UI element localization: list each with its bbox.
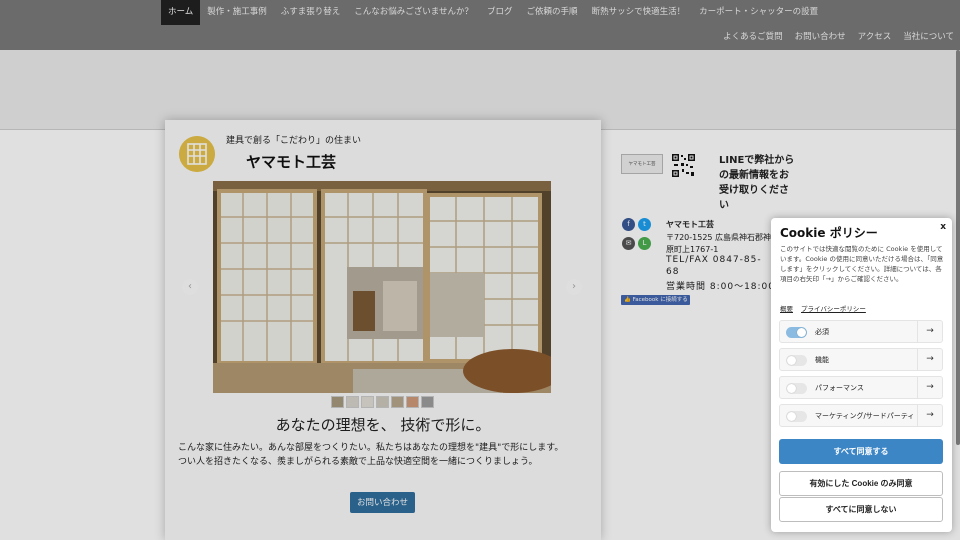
nav-primary-item[interactable]: カーポート・シャッターの設置 [692, 0, 825, 25]
arrow-right-icon[interactable]: → [917, 349, 942, 370]
nav-primary-item[interactable]: ブログ [480, 0, 520, 25]
pref-label: マーケティング/サードパーティ [815, 412, 915, 420]
company-logo-icon [179, 136, 215, 172]
line-icon[interactable]: L [638, 237, 651, 250]
pref-row-marketing: マーケティング/サードパーティ → [779, 404, 943, 427]
cookie-description: このサイトでは快適な閲覧のために Cookie を使用しています。Cookie … [780, 245, 944, 283]
pref-label: 機能 [815, 356, 829, 364]
nav-primary-item[interactable]: 断熱サッシで快適生活！ [585, 0, 693, 25]
reject-all-button[interactable]: すべてに同意しない [779, 497, 943, 522]
nav-primary-item[interactable]: ふすま張り替え [274, 0, 348, 25]
marketing-toggle[interactable] [786, 411, 807, 422]
contact-button[interactable]: お問い合わせ [350, 492, 415, 513]
header-band [0, 50, 960, 130]
privacy-policy-link[interactable]: プライバシーポリシー [801, 303, 866, 313]
hero-text-line-1: こんな家に住みたい。あんな部屋をつくりたい。私たちはあなたの理想を"建具"で形に… [178, 443, 564, 453]
slider-thumbnail[interactable] [421, 396, 434, 408]
top-navigation: ホーム 製作・施工事例 ふすま張り替え こんなお悩みございませんか？ ブログ ご依頼の手順… [0, 0, 960, 50]
required-toggle[interactable] [786, 327, 807, 338]
slider-thumbnail[interactable] [406, 396, 419, 408]
nav-primary-item[interactable]: ご依頼の手順 [520, 0, 585, 25]
performance-toggle[interactable] [786, 383, 807, 394]
arrow-right-icon[interactable]: → [917, 321, 942, 342]
nav-secondary-item[interactable]: 当社について [897, 25, 960, 50]
slider-next-button[interactable]: › [566, 279, 582, 295]
mail-icon[interactable]: ✉ [622, 237, 635, 250]
twitter-icon[interactable]: t [638, 218, 651, 231]
cookie-summary-link[interactable]: 概要 [780, 303, 793, 313]
nav-secondary-item[interactable]: よくあるご質問 [717, 25, 789, 50]
slider-thumbnail[interactable] [361, 396, 374, 408]
pref-row-functional: 機能 → [779, 348, 943, 371]
cookie-links: 概要 プライバシーポリシー [780, 303, 866, 313]
site-tagline: 建具で創る「こだわり」の住まい [226, 136, 362, 146]
page-scrollbar[interactable] [956, 50, 960, 445]
nav-primary-item[interactable]: こんなお悩みございませんか？ [347, 0, 480, 25]
facebook-icon[interactable]: f [622, 218, 635, 231]
line-promo-text: LINEで弊社からの最新情報をお受け取りください [719, 155, 795, 211]
nav-row-secondary: よくあるご質問 お問い合わせ アクセス 当社について [717, 25, 960, 50]
nav-secondary-item[interactable]: お問い合わせ [789, 25, 852, 50]
arrow-right-icon[interactable]: → [917, 377, 942, 398]
nav-secondary-item[interactable]: アクセス [852, 25, 898, 50]
slider-thumbnail[interactable] [376, 396, 389, 408]
nav-row-primary: ホーム 製作・施工事例 ふすま張り替え こんなお悩みございませんか？ ブログ ご依頼の手順… [161, 0, 825, 25]
hero-card: 建具で創る「こだわり」の住まい ヤマモト工芸 ‹ › あなたの理想を、 技術で形… [165, 120, 601, 540]
slider-thumbnail[interactable] [391, 396, 404, 408]
company-hours: 営業時間 8:00〜18:00 [666, 282, 776, 292]
pref-row-performance: パフォーマンス → [779, 376, 943, 399]
cookie-policy-dialog: Cookie ポリシー x このサイトでは快適な閲覧のために Cookie を使… [771, 218, 952, 532]
accept-all-button[interactable]: すべて同意する [779, 439, 943, 464]
slider-thumbnail[interactable] [346, 396, 359, 408]
company-name: ヤマモト工芸 [666, 220, 714, 229]
cookie-title: Cookie ポリシー [780, 226, 878, 240]
hero-slider-image [213, 181, 551, 393]
close-icon[interactable]: x [940, 222, 946, 232]
company-tel-cont: 68 [666, 267, 680, 277]
nav-primary-item[interactable]: 製作・施工事例 [200, 0, 274, 25]
pref-label: パフォーマンス [815, 384, 864, 392]
slider-thumbnails [331, 396, 434, 408]
site-title[interactable]: ヤマモト工芸 [246, 151, 336, 172]
pref-label: 必須 [815, 328, 829, 336]
company-address-2: 原町上1767-1 [666, 245, 719, 254]
line-qr-code-icon [671, 153, 696, 178]
functional-toggle[interactable] [786, 355, 807, 366]
sidebar-logo[interactable]: ヤマモト工芸 [621, 154, 663, 174]
hero-headline: あなたの理想を、 技術で形に。 [275, 416, 491, 434]
pref-row-required: 必須 → [779, 320, 943, 343]
facebook-connect-button[interactable]: 👍 Facebook に接続する [621, 295, 690, 305]
company-tel: TEL/FAX 0847-85- [666, 255, 762, 265]
slider-thumbnail[interactable] [331, 396, 344, 408]
slider-prev-button[interactable]: ‹ [182, 279, 198, 295]
accept-selected-button[interactable]: 有効にした Cookie のみ同意 [779, 471, 943, 496]
arrow-right-icon[interactable]: → [917, 405, 942, 426]
nav-primary-item[interactable]: ホーム [161, 0, 201, 25]
hero-text-line-2: つい人を招きたくなる、羨ましがられる素敵で上品な快適空間を一緒につくりましょう。 [178, 457, 538, 467]
